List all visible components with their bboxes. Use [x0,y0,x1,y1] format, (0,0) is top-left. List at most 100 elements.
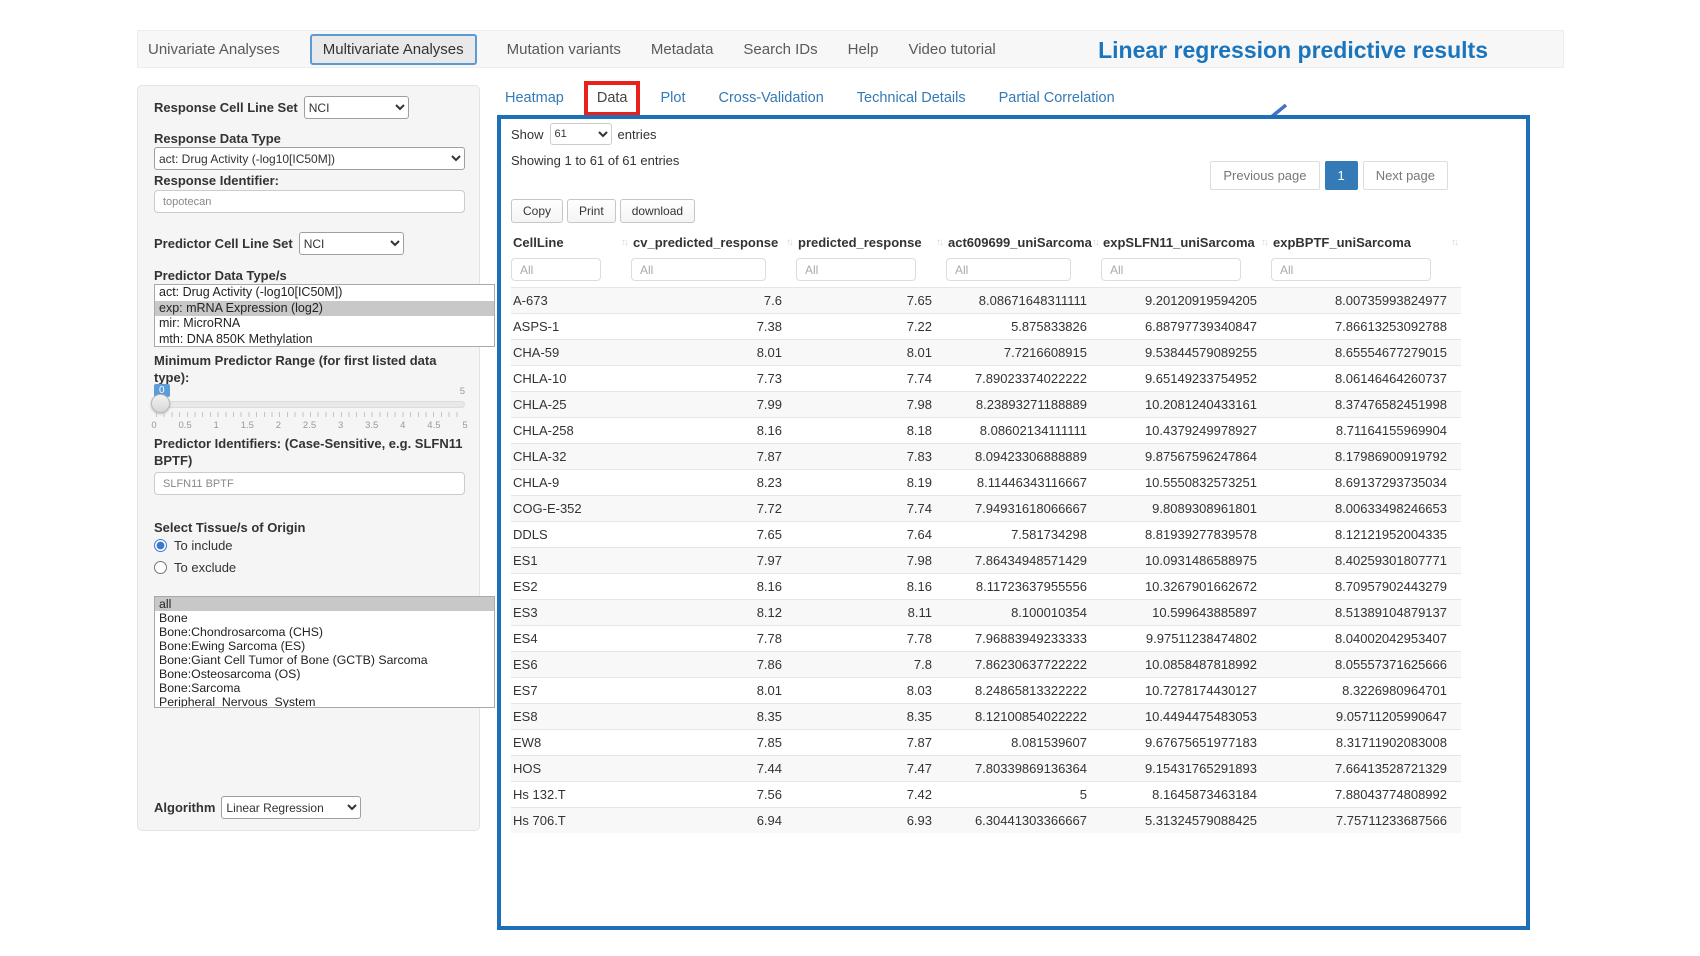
cell-line: ES4 [511,626,631,652]
tab-cross-validation[interactable]: Cross-Validation [718,90,823,106]
page-title: Linear regression predictive results [1098,37,1488,64]
cell-line: DDLS [511,522,631,548]
column-filter-input-predicted-response[interactable] [796,258,916,281]
show-entries-select[interactable]: 61 [550,123,612,145]
cell-value: 10.599643885897 [1101,600,1271,626]
column-filter-input-cellline[interactable] [511,258,601,281]
cell-value: 7.87 [796,730,946,756]
predictor-option-act-drug-activity-log10-ic50m[interactable]: act: Drug Activity (-log10[IC50M]) [155,285,494,301]
column-filter-input-cv-predicted-response[interactable] [631,258,766,281]
nav-tab-univariate-analyses[interactable]: Univariate Analyses [148,41,280,58]
tab-technical-details[interactable]: Technical Details [857,90,966,106]
download-button[interactable]: download [620,199,695,223]
predictor-option-mir-microrna[interactable]: mir: MicroRNA [155,316,494,332]
table-row: DDLS7.657.647.5817342988.819392778395788… [511,522,1461,548]
nav-tab-video-tutorial[interactable]: Video tutorial [908,41,995,58]
tab-data[interactable]: Data [597,90,628,106]
nav-tab-metadata[interactable]: Metadata [651,41,714,58]
tissue-option-peripheral-nervous-system[interactable]: Peripheral_Nervous_System [155,695,494,708]
tissue-option-bone-ewing-sarcoma-es[interactable]: Bone:Ewing Sarcoma (ES) [155,639,494,653]
column-header-cellline[interactable]: CellLine↑↓ [511,229,631,256]
nav-tab-mutation-variants[interactable]: Mutation variants [507,41,621,58]
cell-line: Hs 132.T [511,782,631,808]
results-table-wrap: CellLine↑↓cv_predicted_response↑↓predict… [511,229,1461,833]
table-row: EW87.857.878.0815396079.676756519771838.… [511,730,1461,756]
column-header-act609699-unisarcoma[interactable]: act609699_uniSarcoma↑↓ [946,229,1101,256]
cell-value: 10.4494475483053 [1101,704,1271,730]
cell-value: 7.86434948571429 [946,548,1101,574]
tissue-option-bone-osteosarcoma-os[interactable]: Bone:Osteosarcoma (OS) [155,667,494,681]
cell-value: 8.23893271188889 [946,392,1101,418]
predictor-data-types-listbox[interactable]: act: Drug Activity (-log10[IC50M])exp: m… [154,284,495,347]
page-number-button[interactable]: 1 [1325,161,1358,190]
tissue-radio-to-exclude[interactable]: To exclude [154,560,465,575]
radio-input-to-include[interactable] [154,539,167,552]
cell-line: ES6 [511,652,631,678]
copy-button[interactable]: Copy [511,199,563,223]
column-header-predicted-response[interactable]: predicted_response↑↓ [796,229,946,256]
column-header-expbptf-unisarcoma[interactable]: expBPTF_uniSarcoma↑↓ [1271,229,1461,256]
tab-partial-correlation[interactable]: Partial Correlation [999,90,1115,106]
nav-tab-search-ids[interactable]: Search IDs [743,41,817,58]
nav-tab-help[interactable]: Help [848,41,879,58]
cell-value: 8.12100854022222 [946,704,1101,730]
slider-track[interactable] [154,401,465,408]
print-button[interactable]: Print [567,199,616,223]
next-page-button[interactable]: Next page [1363,161,1448,190]
column-filter-input-expslfn11-unisarcoma[interactable] [1101,258,1241,281]
predictor-cell-line-set-select[interactable]: NCI [299,232,404,255]
column-filter-input-expbptf-unisarcoma[interactable] [1271,258,1431,281]
cell-line: COG-E-352 [511,496,631,522]
tab-heatmap[interactable]: Heatmap [505,90,564,106]
cell-value: 10.7278174430127 [1101,678,1271,704]
cell-value: 7.22 [796,314,946,340]
column-header-label: expBPTF_uniSarcoma [1273,235,1411,250]
cell-value: 7.97 [631,548,796,574]
response-data-type-label: Response Data Type [154,130,465,147]
tissue-option-bone[interactable]: Bone [155,611,494,625]
tab-plot[interactable]: Plot [660,90,685,106]
predictor-option-exp-mrna-expression-log2[interactable]: exp: mRNA Expression (log2) [155,301,494,317]
tissue-option-bone-sarcoma[interactable]: Bone:Sarcoma [155,681,494,695]
cell-value: 8.05557371625666 [1271,652,1461,678]
tissue-option-bone-giant-cell-tumor-of-bone-gctb-sarcoma[interactable]: Bone:Giant Cell Tumor of Bone (GCTB) Sar… [155,653,494,667]
cell-line: ASPS-1 [511,314,631,340]
response-cell-line-set-label: Response Cell Line Set [154,99,298,116]
cell-value: 7.74 [796,496,946,522]
column-filter-cell [631,256,796,288]
slider-tick-label: 5 [462,420,467,431]
tissue-option-all[interactable]: all [155,597,494,611]
cell-value: 8.16 [631,574,796,600]
column-filter-input-act609699-unisarcoma[interactable] [946,258,1071,281]
previous-page-button[interactable]: Previous page [1210,161,1319,190]
predictor-identifiers-input[interactable] [154,472,465,495]
nav-tab-multivariate-analyses[interactable]: Multivariate Analyses [310,34,477,65]
predictor-option-mth-dna-850k-methylation[interactable]: mth: DNA 850K Methylation [155,332,494,348]
show-entries-row: Show 61 entries [511,123,657,145]
column-header-cv-predicted-response[interactable]: cv_predicted_response↑↓ [631,229,796,256]
cell-value: 7.86 [631,652,796,678]
column-header-label: act609699_uniSarcoma [948,235,1092,250]
tissue-radio-to-include[interactable]: To include [154,538,465,553]
response-data-type-select[interactable]: act: Drug Activity (-log10[IC50M]) [154,147,465,170]
table-row: CHLA-257.997.988.2389327118888910.208124… [511,392,1461,418]
table-row: ES17.977.987.8643494857142910.0931486588… [511,548,1461,574]
column-header-expslfn11-unisarcoma[interactable]: expSLFN11_uniSarcoma↑↓ [1101,229,1271,256]
export-buttons: Copy Print download [511,199,695,223]
column-filter-cell [946,256,1101,288]
slider-handle[interactable] [151,394,170,413]
algorithm-select[interactable]: Linear Regression [221,796,361,819]
cell-value: 8.37476582451998 [1271,392,1461,418]
tissue-option-bone-chondrosarcoma-chs[interactable]: Bone:Chondrosarcoma (CHS) [155,625,494,639]
tissue-listbox[interactable]: allBoneBone:Chondrosarcoma (CHS)Bone:Ewi… [154,596,495,708]
radio-input-to-exclude[interactable] [154,561,167,574]
cell-value: 8.16 [631,418,796,444]
response-cell-line-set-select[interactable]: NCI [304,96,409,119]
cell-value: 7.87 [631,444,796,470]
show-entries-suffix: entries [618,127,657,142]
response-identifier-input[interactable] [154,190,465,213]
cell-value: 8.16 [796,574,946,600]
cell-value: 7.99 [631,392,796,418]
cell-line: CHA-59 [511,340,631,366]
predictor-data-types-label: Predictor Data Type/s [154,267,465,284]
